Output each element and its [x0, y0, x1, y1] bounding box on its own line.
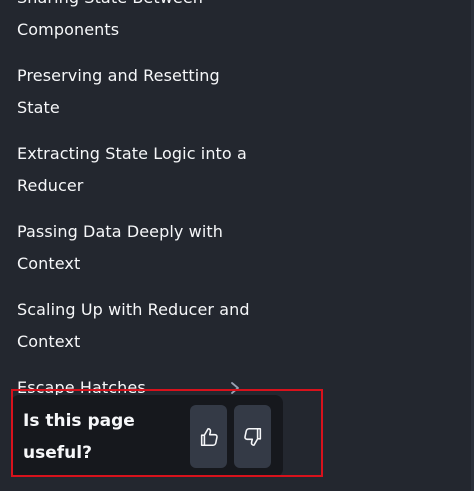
sidebar-item-reducer[interactable]: Extracting State Logic into a Reducer: [0, 138, 300, 202]
sidebar-item-context[interactable]: Passing Data Deeply with Context: [0, 216, 300, 280]
feedback-question-line1: Is this page: [23, 411, 135, 431]
sidebar-item-label-line2: Context: [17, 332, 81, 351]
sidebar-item-label-line2: Context: [17, 254, 81, 273]
sidebar-item-label-line1: Scaling Up with Reducer and: [17, 300, 250, 319]
thumbs-down-button[interactable]: [234, 405, 271, 468]
feedback-panel: Is this page useful?: [11, 395, 283, 477]
sidebar-item-label-line1: Passing Data Deeply with: [17, 222, 224, 241]
sidebar-item-label-line2: Reducer: [17, 176, 84, 195]
sidebar-item-label-line2: State: [17, 98, 60, 117]
thumbs-up-icon: [200, 427, 218, 446]
sidebar-item-scaling-up[interactable]: Scaling Up with Reducer and Context: [0, 294, 300, 358]
sidebar-item-preserving-state[interactable]: Preserving and Resetting State: [0, 60, 300, 124]
feedback-question: Is this page useful?: [23, 405, 173, 469]
sidebar-nav: Sharing State Between Components Preserv…: [0, 0, 300, 404]
chevron-right-icon: [231, 382, 239, 394]
feedback-question-line2: useful?: [23, 443, 92, 463]
thumbs-up-button[interactable]: [190, 405, 227, 468]
sidebar-item-sharing-state[interactable]: Sharing State Between Components: [0, 0, 300, 46]
sidebar-item-label-line1: Sharing State Between: [17, 0, 283, 14]
sidebar-item-label-line1: Extracting State Logic into a: [17, 144, 247, 163]
sidebar-item-label-line2: Components: [17, 20, 120, 39]
thumbs-down-icon: [243, 427, 261, 446]
sidebar-item-label-line1: Preserving and Resetting: [17, 66, 220, 85]
